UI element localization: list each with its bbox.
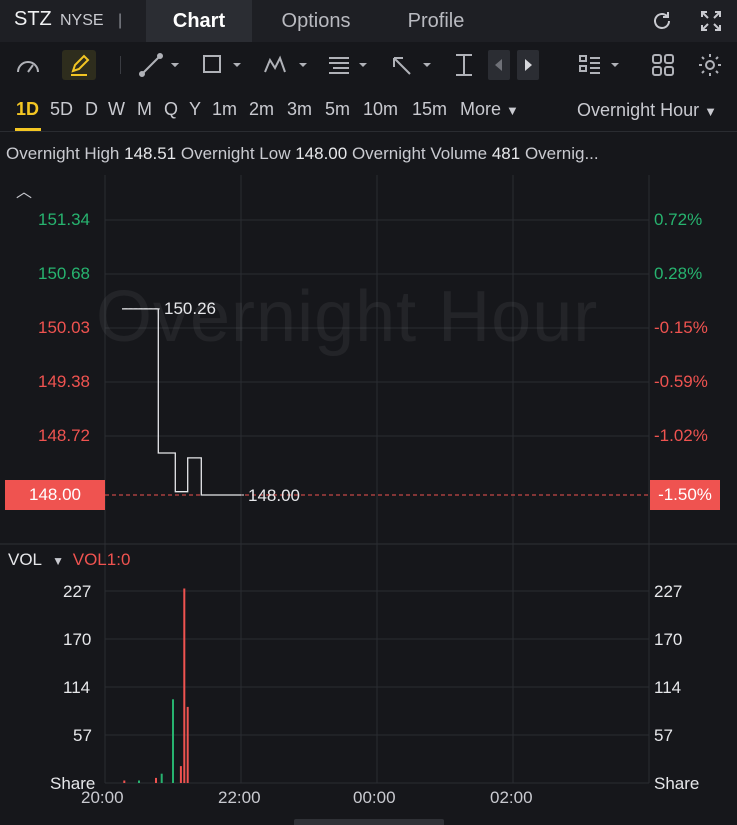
percent-tick: -0.59% [654, 372, 708, 391]
time-tick: 22:00 [218, 788, 261, 807]
price-tick: 149.38 [38, 372, 90, 391]
volume-bar [160, 773, 163, 783]
volume-indicator-label: VOL1:0 [72, 550, 131, 569]
current-percent-tag: -1.50% [650, 480, 720, 510]
high-price-marker: 150.26 [164, 299, 216, 318]
time-tick: 00:00 [353, 788, 396, 807]
volume-tick: 227 [654, 582, 683, 601]
volume-tick: 114 [654, 678, 682, 697]
volume-tick: 57 [73, 726, 92, 745]
volume-tick: 170 [654, 630, 683, 649]
volume-bar [183, 588, 186, 783]
volume-bar [123, 780, 126, 783]
price-tick: 148.72 [38, 426, 90, 445]
time-tick: 20:00 [81, 788, 124, 807]
current-price-tag: 148.00 [5, 480, 105, 510]
volume-header[interactable]: VOL ▼ VOL1:0 [8, 550, 130, 570]
percent-tick: -0.15% [654, 318, 708, 337]
volume-bar [138, 780, 140, 783]
percent-tick: 0.72% [654, 210, 703, 229]
last-price-marker: 148.00 [248, 486, 300, 505]
volume-bar [155, 777, 157, 783]
volume-bar [179, 766, 182, 783]
volume-tick: 170 [63, 630, 92, 649]
panel-resize-handle[interactable] [294, 819, 444, 825]
percent-tick: -1.02% [654, 426, 708, 445]
percent-tick: 0.28% [654, 264, 703, 283]
volume-bars-layer [123, 588, 189, 783]
volume-bar [186, 706, 189, 783]
price-tick: 150.68 [38, 264, 90, 283]
price-volume-chart[interactable] [0, 0, 737, 825]
price-tick: 151.34 [38, 210, 90, 229]
price-tick: 150.03 [38, 318, 90, 337]
volume-unit: Share [654, 774, 700, 793]
volume-tick: 114 [63, 678, 91, 697]
volume-bar [172, 699, 174, 783]
chart-grid [0, 175, 737, 784]
time-tick: 02:00 [490, 788, 533, 807]
volume-tick: 57 [654, 726, 673, 745]
collapse-chevron-icon[interactable]: ︿ [16, 178, 32, 202]
volume-label: VOL [8, 550, 42, 569]
caret-down-icon: ▼ [52, 554, 65, 568]
volume-tick: 227 [63, 582, 92, 601]
